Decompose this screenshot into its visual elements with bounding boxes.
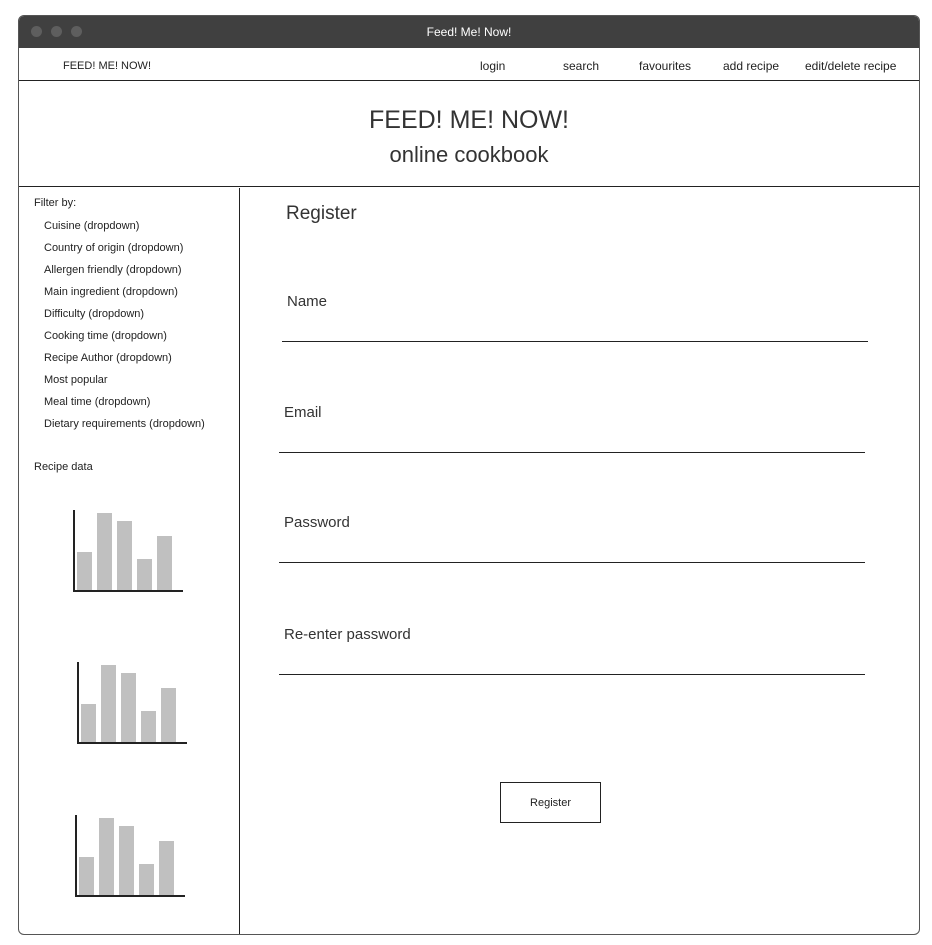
filter-allergen-friendly[interactable]: Allergen friendly (dropdown)	[44, 263, 205, 285]
chart-bar	[119, 826, 134, 895]
chart-bar	[101, 665, 116, 742]
chart-bar	[97, 513, 112, 590]
filter-dietary-requirements[interactable]: Dietary requirements (dropdown)	[44, 417, 205, 439]
chart-x-axis	[77, 742, 187, 744]
nav-search-link[interactable]: search	[563, 59, 599, 73]
password-field[interactable]	[279, 562, 865, 563]
filter-most-popular[interactable]: Most popular	[44, 373, 205, 395]
filter-cuisine[interactable]: Cuisine (dropdown)	[44, 219, 205, 241]
email-label: Email	[284, 404, 322, 421]
name-label: Name	[287, 293, 328, 310]
page-header: FEED! ME! NOW! online cookbook	[19, 82, 919, 187]
nav-add-recipe-link[interactable]: add recipe	[723, 59, 779, 73]
form-title: Register	[286, 203, 357, 224]
chart-bar	[159, 841, 174, 895]
recipe-bar-chart-2	[77, 662, 187, 744]
recipe-bar-chart-3	[75, 815, 185, 897]
register-form: Register Name Email Password Re-enter pa…	[241, 188, 919, 934]
brand-logo-text[interactable]: FEED! ME! NOW!	[63, 60, 151, 72]
filter-recipe-author[interactable]: Recipe Author (dropdown)	[44, 351, 205, 373]
page-title: FEED! ME! NOW!	[369, 106, 569, 134]
chart-bar	[117, 521, 132, 590]
filter-country-of-origin[interactable]: Country of origin (dropdown)	[44, 241, 205, 263]
password-label: Password	[284, 514, 350, 531]
chart-bar	[77, 552, 92, 590]
page-subtitle: online cookbook	[389, 142, 549, 167]
nav-edit-delete-recipe-link[interactable]: edit/delete recipe	[805, 59, 896, 73]
chart-bar	[137, 559, 152, 590]
reenter-password-field[interactable]	[279, 674, 865, 675]
filter-meal-time[interactable]: Meal time (dropdown)	[44, 395, 205, 417]
chart-bar	[121, 673, 136, 742]
filter-main-ingredient[interactable]: Main ingredient (dropdown)	[44, 285, 205, 307]
chart-y-axis	[75, 815, 77, 897]
filter-difficulty[interactable]: Difficulty (dropdown)	[44, 307, 205, 329]
title-bar: Feed! Me! Now!	[19, 16, 919, 48]
chart-bar	[157, 536, 172, 590]
filter-list: Cuisine (dropdown) Country of origin (dr…	[44, 219, 205, 439]
window-title: Feed! Me! Now!	[426, 25, 512, 39]
nav-favourites-link[interactable]: favourites	[639, 59, 691, 73]
chart-bar	[99, 818, 114, 895]
chart-bar	[141, 711, 156, 742]
filter-cooking-time[interactable]: Cooking time (dropdown)	[44, 329, 205, 351]
chart-bar	[79, 857, 94, 895]
chart-bar	[161, 688, 176, 742]
chart-x-axis	[73, 590, 183, 592]
chart-y-axis	[77, 662, 79, 744]
chart-x-axis	[75, 895, 185, 897]
recipe-data-heading: Recipe data	[34, 461, 93, 473]
email-field[interactable]	[279, 452, 865, 453]
recipe-bar-chart-1	[73, 510, 183, 592]
name-field[interactable]	[282, 341, 868, 342]
reenter-password-label: Re-enter password	[284, 626, 411, 643]
nav-login-link[interactable]: login	[480, 59, 505, 73]
navbar: FEED! ME! NOW! login search favourites a…	[19, 48, 919, 81]
chart-bar	[139, 864, 154, 895]
chart-y-axis	[73, 510, 75, 592]
chart-bar	[81, 704, 96, 742]
sidebar: Filter by: Cuisine (dropdown) Country of…	[19, 188, 240, 934]
filter-heading: Filter by:	[34, 197, 77, 209]
browser-window: Feed! Me! Now! FEED! ME! NOW! login sear…	[18, 15, 920, 935]
register-button[interactable]: Register	[500, 782, 601, 823]
